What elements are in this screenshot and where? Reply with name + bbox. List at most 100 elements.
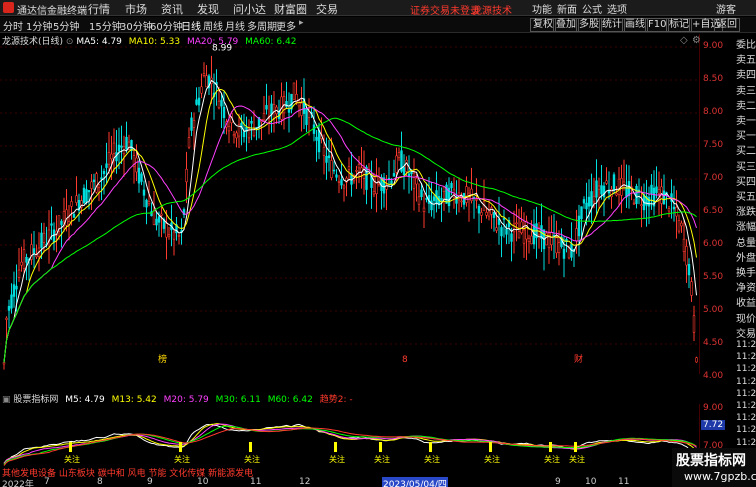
- app-logo-icon: [3, 2, 14, 13]
- date-tick: 11: [250, 477, 262, 487]
- price-tick: 6.50: [703, 206, 724, 216]
- indicator-legend: ▣ 股票指标网 M5: 4.79 M13: 5.42 M20: 5.79 M30…: [0, 392, 353, 405]
- period-more[interactable]: 更多: [276, 18, 296, 33]
- signal-tag: 关注: [374, 454, 390, 464]
- date-axis: 2022年7891011122023/05/04/四9101112: [0, 477, 700, 487]
- trade-time: 11:27: [736, 352, 756, 363]
- event-marker: 财: [574, 353, 583, 365]
- price-tick: 7.00: [703, 173, 724, 183]
- period-5min[interactable]: 5分钟: [53, 18, 79, 33]
- price-tick: 4.50: [703, 338, 724, 348]
- date-tick: 8: [97, 477, 103, 487]
- period-toolbar: 分时 1分钟 5分钟 15分钟 30分钟 60分钟 日线 周线 月线 多周期 更…: [0, 17, 756, 33]
- indicator-chart[interactable]: 关注 关注 关注 关注 关注 关注 关注 关注 关注: [0, 404, 700, 466]
- trade-time: 11:27: [736, 437, 756, 448]
- period-intraday[interactable]: 分时: [3, 18, 23, 33]
- quote-label: 卖三: [736, 85, 756, 97]
- event-marker: 榜: [158, 353, 167, 365]
- trade-time: 11:27: [736, 413, 756, 424]
- quote-label: 买二: [736, 146, 756, 158]
- period-30min[interactable]: 30分钟: [120, 18, 153, 33]
- trade-time: 11:27: [736, 401, 756, 411]
- menu-quotes[interactable]: 行情: [88, 1, 110, 17]
- quote-label: 收益: [736, 298, 756, 310]
- quote-label: 现价: [736, 313, 756, 325]
- signal-tag: 关注: [329, 454, 345, 464]
- title-bar: 通达信金融终端 行情 市场 资讯 发现 问小达 财富圈 交易 证券交易未登录 龙…: [0, 0, 756, 17]
- price-tick: 8.50: [703, 74, 724, 84]
- menu-news[interactable]: 资讯: [161, 1, 183, 17]
- signal-tag: 关注: [569, 454, 585, 464]
- period-more-chevron-icon: ▸: [299, 18, 304, 28]
- period-1min[interactable]: 1分钟: [26, 18, 52, 33]
- indicator-tick: 9.00: [703, 403, 724, 413]
- quote-label: 换手: [736, 268, 756, 279]
- menu-discover[interactable]: 发现: [197, 1, 219, 17]
- price-tick: 5.00: [703, 305, 724, 315]
- watermark-title: 股票指标网: [676, 453, 746, 469]
- user-label[interactable]: 游客: [716, 1, 736, 16]
- quote-label: 卖二: [736, 100, 756, 112]
- price-tick: 7.50: [703, 140, 724, 150]
- menu-wealth[interactable]: 财富圈: [274, 1, 307, 17]
- trade-time: 11:27: [736, 388, 756, 399]
- high-price-label: 8.99: [212, 44, 232, 54]
- quote-label: 净资: [736, 283, 756, 295]
- date-tick: 7: [44, 477, 50, 487]
- quote-label: 买三: [736, 161, 756, 173]
- menu-new-page[interactable]: 新面: [557, 1, 577, 16]
- menu-formula[interactable]: 公式: [582, 1, 602, 16]
- trade-time: 11:27: [736, 425, 756, 436]
- indicator-current-value: 7.72: [701, 420, 726, 430]
- btn-back[interactable]: 返回: [714, 18, 740, 32]
- period-monthly[interactable]: 月线: [225, 18, 245, 33]
- date-tick: 9: [555, 477, 561, 487]
- menu-assistant[interactable]: 问小达: [233, 1, 266, 17]
- menu-market[interactable]: 市场: [125, 1, 147, 17]
- date-tick: 12: [299, 477, 311, 487]
- price-tick: 8.00: [703, 107, 724, 117]
- watermark-url: www.7gpzb.com: [684, 470, 756, 483]
- trade-time: 11:27: [736, 340, 756, 350]
- menu-options[interactable]: 选项: [607, 1, 627, 16]
- event-marker: 8: [402, 355, 408, 365]
- menu-trade[interactable]: 交易: [316, 1, 338, 17]
- quote-label: 买四: [736, 176, 756, 188]
- quote-label: 涨跌: [736, 207, 756, 219]
- quote-label: 外盘: [736, 252, 756, 264]
- login-status[interactable]: 证券交易未登录: [410, 2, 480, 17]
- date-tick: 10: [197, 477, 209, 487]
- stock-name-header: 龙源技术: [472, 6, 512, 17]
- signal-tag: 关注: [64, 454, 80, 464]
- app-title: 通达信金融终端: [17, 6, 87, 17]
- signal-tag: 关注: [484, 454, 500, 464]
- price-tick: 6.00: [703, 239, 724, 249]
- watermark: 股票指标网 www.7gpzb.com: [672, 448, 756, 487]
- date-tick: 10: [585, 477, 597, 487]
- price-tick: 5.50: [703, 272, 724, 282]
- period-weekly[interactable]: 周线: [203, 18, 223, 33]
- quote-label: 卖一: [736, 116, 756, 127]
- quote-label: 卖五: [736, 55, 756, 67]
- menu-functions[interactable]: 功能: [532, 1, 552, 16]
- date-tick: 2023/05/04/四: [382, 477, 448, 487]
- date-tick: 2022年: [2, 480, 34, 487]
- kline-chart[interactable]: 8.993.99榜8财: [0, 34, 700, 374]
- quote-label: 交易: [736, 328, 756, 340]
- quote-label: 卖四: [736, 70, 756, 82]
- trade-time: 11:27: [736, 364, 756, 375]
- quote-label: 委比: [736, 40, 756, 51]
- period-60min[interactable]: 60分钟: [150, 18, 183, 33]
- quote-label: 买五: [736, 192, 756, 203]
- signal-tag: 关注: [544, 454, 560, 464]
- period-multi[interactable]: 多周期: [247, 18, 277, 33]
- date-tick: 9: [147, 477, 153, 487]
- period-daily[interactable]: 日线: [181, 18, 201, 33]
- trade-time: 11:27: [736, 376, 756, 387]
- period-15min[interactable]: 15分钟: [89, 18, 122, 33]
- signal-tag: 关注: [244, 454, 260, 464]
- signal-tag: 关注: [424, 454, 440, 464]
- quote-label: 涨幅: [736, 222, 756, 234]
- date-tick: 11: [618, 477, 630, 487]
- quote-label: 买一: [736, 131, 756, 143]
